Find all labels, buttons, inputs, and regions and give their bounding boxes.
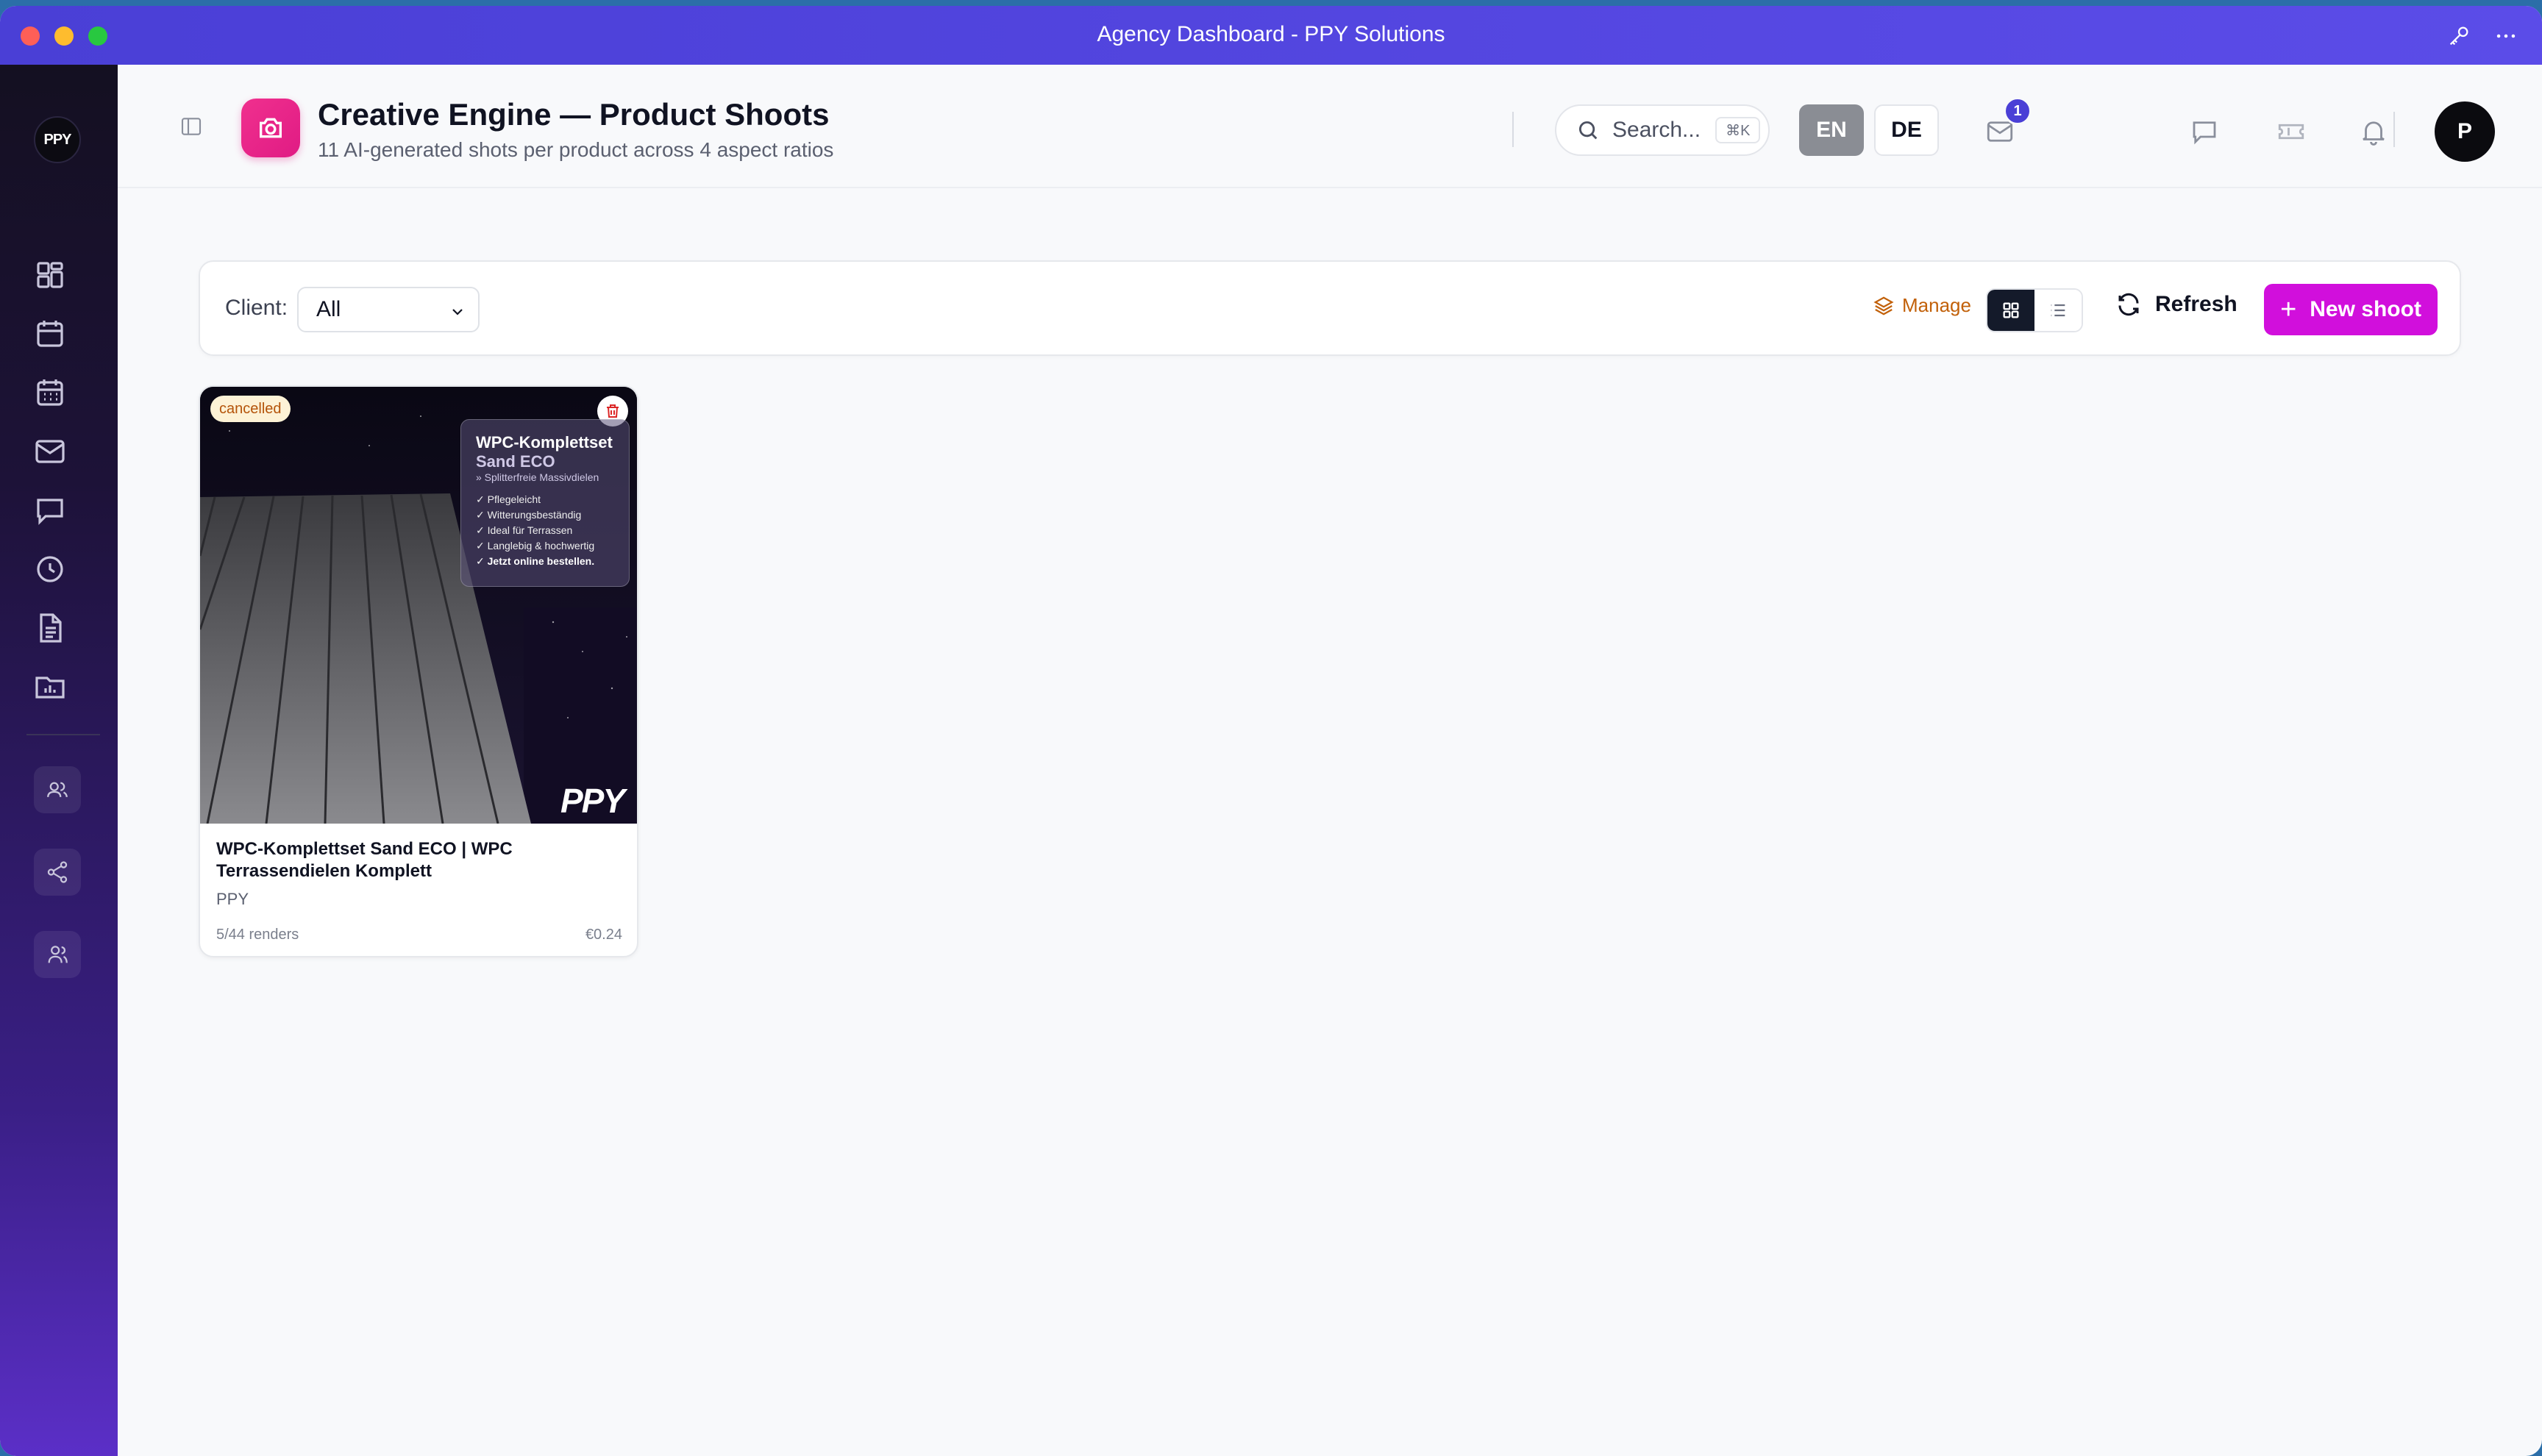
ppy-logo[interactable]: PPY (34, 116, 81, 163)
list-view-button[interactable] (2034, 290, 2082, 331)
filter-toolbar: Client: All Manage Refresh + New shoot (199, 260, 2461, 356)
shoot-client: PPY (216, 890, 249, 908)
layers-icon (1873, 296, 1894, 315)
sidebar-toggle-icon[interactable] (179, 115, 203, 138)
chat-icon[interactable] (2189, 116, 2220, 147)
grid-icon (2003, 302, 2019, 318)
manage-button[interactable]: Manage (1873, 294, 1971, 317)
shoot-renders: 5/44 renders (216, 927, 299, 943)
sidebar-item-share[interactable] (34, 849, 81, 896)
search-input[interactable]: Search... ⌘K (1555, 104, 1770, 156)
client-select-value: All (316, 297, 341, 321)
clock-icon[interactable] (32, 552, 68, 587)
chevron-down-icon (452, 309, 463, 315)
more-icon[interactable] (2493, 24, 2518, 49)
ppy-watermark: PPY (560, 782, 625, 820)
refresh-label: Refresh (2155, 292, 2237, 316)
overlay-item: ✓ Witterungsbeständig (476, 509, 582, 521)
calendar-icon[interactable] (32, 316, 68, 351)
title-bar: Agency Dashboard - PPY Solutions (0, 6, 2542, 65)
overlay-title: WPC-Komplettset (476, 433, 613, 452)
overlay-tag: » Splitterfreie Massivdielen (476, 471, 599, 483)
bell-icon[interactable] (2358, 116, 2389, 147)
header-divider-2 (2393, 112, 2395, 147)
trash-icon (607, 404, 619, 418)
sidebar: PPY (0, 65, 118, 1456)
camera-badge (241, 99, 300, 157)
search-icon (1578, 121, 1598, 140)
mail-count-badge: 1 (2004, 97, 2032, 125)
product-overlay: WPC-Komplettset Sand ECO » Splitterfreie… (460, 419, 630, 587)
user-group-icon (48, 946, 68, 963)
folder-chart-icon[interactable] (32, 669, 68, 704)
sidebar-divider (26, 734, 100, 735)
client-select[interactable]: All (297, 287, 480, 332)
sidebar-item-team[interactable] (34, 931, 81, 978)
manage-label: Manage (1902, 294, 1971, 316)
shoot-card[interactable]: cancelled WPC-Komplettset Sand ECO » Spl… (199, 385, 638, 957)
page-header: Creative Engine — Product Shoots 11 AI-g… (118, 65, 2542, 188)
new-shoot-label: New shoot (2310, 297, 2421, 321)
document-icon[interactable] (32, 610, 68, 646)
app-window: Agency Dashboard - PPY Solutions PPY Cre… (0, 6, 2542, 1456)
window-title: Agency Dashboard - PPY Solutions (1097, 22, 1445, 46)
search-shortcut: ⌘K (1715, 117, 1761, 143)
search-placeholder: Search... (1612, 118, 1701, 142)
plus-icon: + (2280, 293, 2297, 325)
lang-en-button[interactable]: EN (1799, 104, 1864, 156)
lang-de-button[interactable]: DE (1874, 104, 1939, 156)
new-shoot-button[interactable]: + New shoot (2264, 284, 2438, 335)
ticket-icon[interactable] (2276, 116, 2307, 147)
avatar[interactable]: P (2435, 101, 2495, 162)
client-label: Client: (225, 296, 288, 320)
shoot-thumbnail[interactable]: cancelled WPC-Komplettset Sand ECO » Spl… (200, 387, 637, 824)
overlay-item: ✓ Ideal für Terrassen (476, 524, 573, 536)
status-badge: cancelled (210, 396, 291, 422)
mail-icon[interactable] (32, 434, 68, 469)
calendar-grid-icon[interactable] (32, 375, 68, 410)
overlay-item: ✓ Langlebig & hochwertig (476, 540, 595, 552)
overlay-item: ✓ Jetzt online bestellen. (476, 555, 595, 567)
refresh-button[interactable]: Refresh (2115, 291, 2237, 318)
users-icon (47, 782, 68, 798)
shoot-title: WPC-Komplettset Sand ECO | WPC Terrassen… (216, 839, 513, 881)
list-icon (2051, 304, 2065, 317)
refresh-icon (2118, 293, 2139, 316)
chat-icon[interactable] (32, 493, 68, 528)
page-title: Creative Engine — Product Shoots (318, 97, 830, 132)
key-icon[interactable] (2446, 24, 2471, 49)
page-subtitle: 11 AI-generated shots per product across… (318, 138, 834, 161)
header-divider (1512, 112, 1514, 147)
overlay-item: ✓ Pflegeleicht (476, 493, 541, 505)
grid-view-button[interactable] (1987, 290, 2034, 331)
share-icon (47, 861, 68, 883)
camera-icon (260, 118, 282, 138)
overlay-subtitle: Sand ECO (476, 452, 555, 471)
sidebar-item-users[interactable] (34, 766, 81, 813)
dashboard-grid-icon[interactable] (32, 257, 68, 293)
shoot-cost: €0.24 (585, 927, 622, 943)
view-toggle (1986, 288, 2083, 332)
